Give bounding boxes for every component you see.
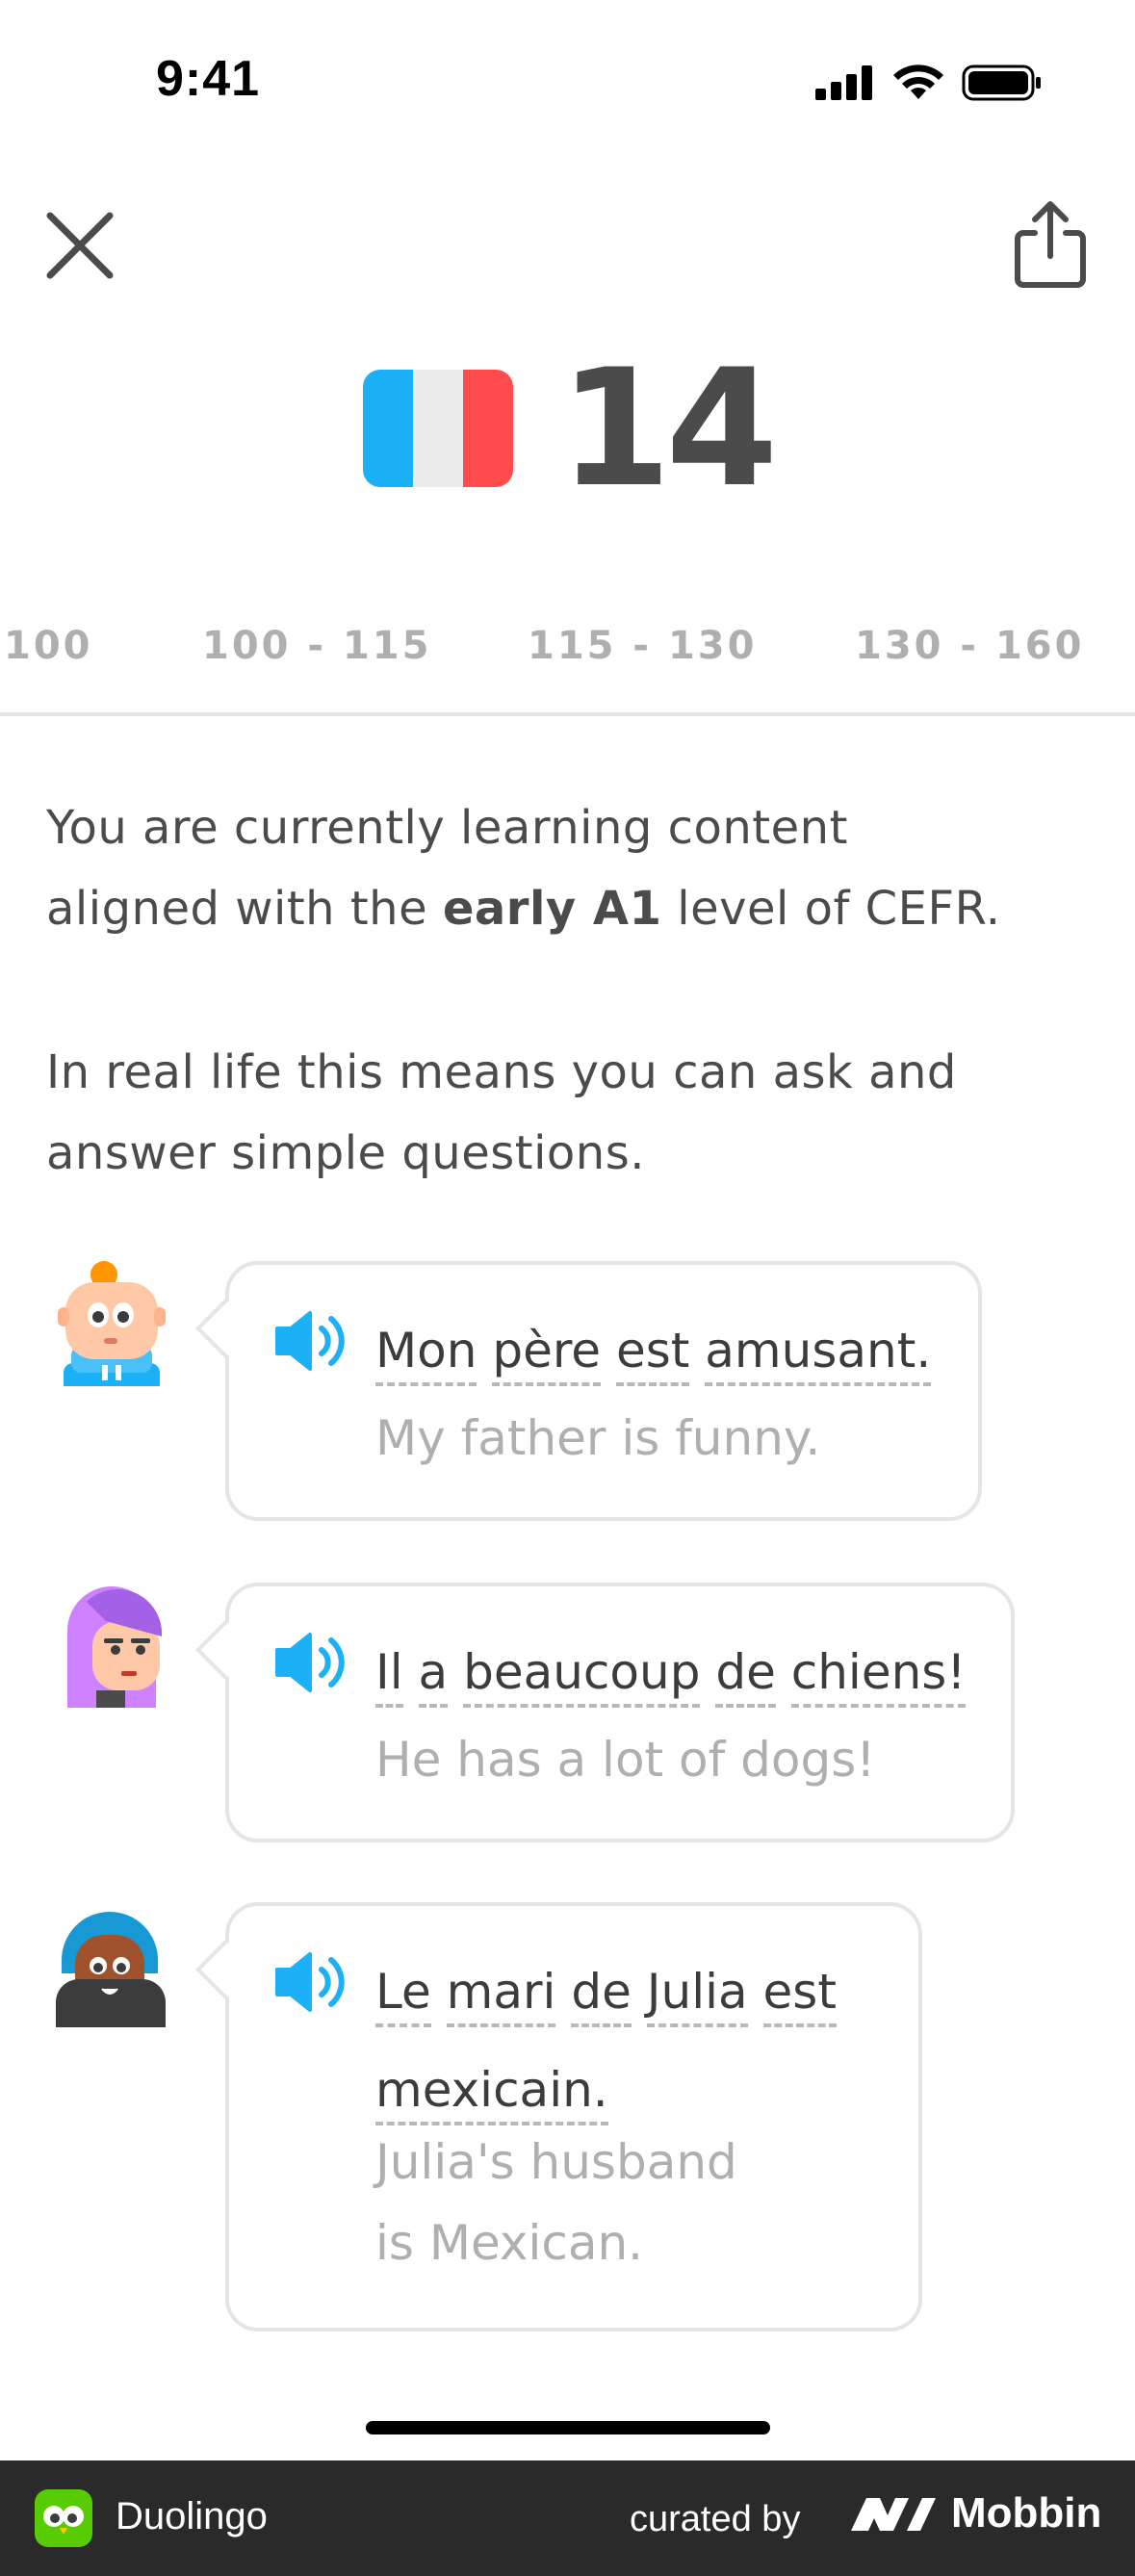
english-translation: He has a lot of dogs! [375, 1732, 876, 1788]
phrase-word[interactable]: Il [375, 1640, 403, 1708]
bubble-tail [194, 1298, 256, 1359]
bearded-man-avatar-icon [56, 1912, 166, 2027]
bubble-tail [194, 1619, 256, 1681]
range-tab[interactable]: 115 - 130 [528, 624, 757, 668]
phrase-word[interactable]: a [418, 1640, 449, 1708]
phrase-word[interactable]: beaucoup [463, 1640, 701, 1708]
top-bar [0, 183, 1135, 308]
phrase-word[interactable]: Mon [375, 1319, 477, 1386]
mobbin-brand-name: Mobbin [951, 2489, 1102, 2537]
score-range-tabs: 100 100 - 115 115 - 130 130 - 160 [0, 616, 1135, 716]
bubble-tail [194, 1939, 256, 2000]
real-life-line: answer simple questions. [46, 1126, 645, 1180]
share-button[interactable] [1002, 196, 1098, 293]
french-phrase: Il a beaucoup de chiens! [375, 1629, 967, 1727]
speaker-icon[interactable] [273, 1629, 350, 1696]
cefr-description-line: You are currently learning content [46, 801, 848, 855]
status-time: 9:41 [156, 51, 261, 107]
range-tab[interactable]: 100 [4, 624, 93, 668]
example-dialog: Mon père est amusant. My father is funny… [0, 1261, 1135, 1521]
french-phrase: Le mari de Julia est mexicain. [375, 1948, 895, 2145]
speech-bubble: Mon père est amusant. My father is funny… [194, 1261, 982, 1521]
speech-bubble: Le mari de Julia est mexicain. Julia's h… [194, 1902, 922, 2331]
cefr-level: early A1 [442, 882, 662, 936]
phrase-word[interactable]: mari [446, 1960, 556, 2027]
speech-bubble: Il a beaucoup de chiens! He has a lot of… [194, 1583, 1015, 1842]
real-life-line: In real life this means you can ask and [46, 1045, 957, 1099]
footer-curated-by: curated by [630, 2499, 801, 2539]
cefr-description-line: aligned with the early A1 level of CEFR. [46, 868, 1096, 949]
phrase-word[interactable]: père [492, 1319, 602, 1386]
phrase-word[interactable]: mexicain. [375, 2058, 608, 2125]
attribution-footer: Duolingo curated by Mobbin [0, 2460, 1135, 2576]
example-dialog: Il a beaucoup de chiens! He has a lot of… [0, 1583, 1135, 1842]
translation-line: is Mexican. [375, 2215, 644, 2271]
phrase-word[interactable]: est [762, 1960, 837, 2027]
status-icons [815, 64, 1043, 102]
phrase-word[interactable]: Le [375, 1960, 431, 2027]
example-dialog: Le mari de Julia est mexicain. Julia's h… [0, 1902, 1135, 2331]
real-life-description: In real life this means you can ask and … [46, 1032, 1096, 1194]
france-flag-icon [362, 370, 513, 487]
english-translation: My father is funny. [375, 1410, 821, 1466]
phrase-word[interactable]: amusant. [705, 1319, 932, 1386]
score-value: 14 [558, 334, 779, 523]
translation-line: Julia's husband [375, 2134, 737, 2190]
status-bar: 9:41 [0, 0, 1135, 164]
range-tab[interactable]: 100 - 115 [202, 624, 431, 668]
phrase-word[interactable]: chiens! [790, 1640, 967, 1708]
cefr-description: You are currently learning content align… [46, 787, 1096, 949]
french-phrase: Mon père est amusant. [375, 1307, 932, 1405]
mobbin-brand: Mobbin [851, 2489, 1101, 2537]
mobbin-logo-icon [851, 2498, 936, 2531]
cellular-signal-icon [815, 65, 872, 100]
english-translation: Julia's husband is Mexican. [375, 2122, 737, 2283]
phrase-word[interactable]: Julia [646, 1960, 748, 2027]
score-header: 14 [0, 348, 1135, 509]
close-button[interactable] [37, 202, 123, 289]
owl-face-icon [43, 2506, 84, 2535]
purple-hair-woman-avatar-icon [67, 1586, 162, 1708]
text-fragment: aligned with the [46, 882, 443, 936]
home-indicator [366, 2421, 770, 2434]
range-tab[interactable]: 130 - 160 [855, 624, 1084, 668]
phrase-word[interactable]: de [715, 1640, 776, 1708]
battery-icon [962, 64, 1041, 101]
footer-app-name: Duolingo [116, 2495, 268, 2537]
speaker-icon[interactable] [273, 1948, 350, 2016]
speaker-icon[interactable] [273, 1307, 350, 1375]
child-avatar-icon [58, 1261, 166, 1386]
duolingo-logo-icon [35, 2489, 92, 2547]
share-icon [1015, 201, 1086, 288]
text-fragment: level of CEFR. [661, 882, 1001, 936]
phrase-word[interactable]: de [571, 1960, 632, 2027]
phrase-word[interactable]: est [615, 1319, 690, 1386]
close-icon [46, 212, 114, 279]
wifi-icon [893, 64, 943, 99]
